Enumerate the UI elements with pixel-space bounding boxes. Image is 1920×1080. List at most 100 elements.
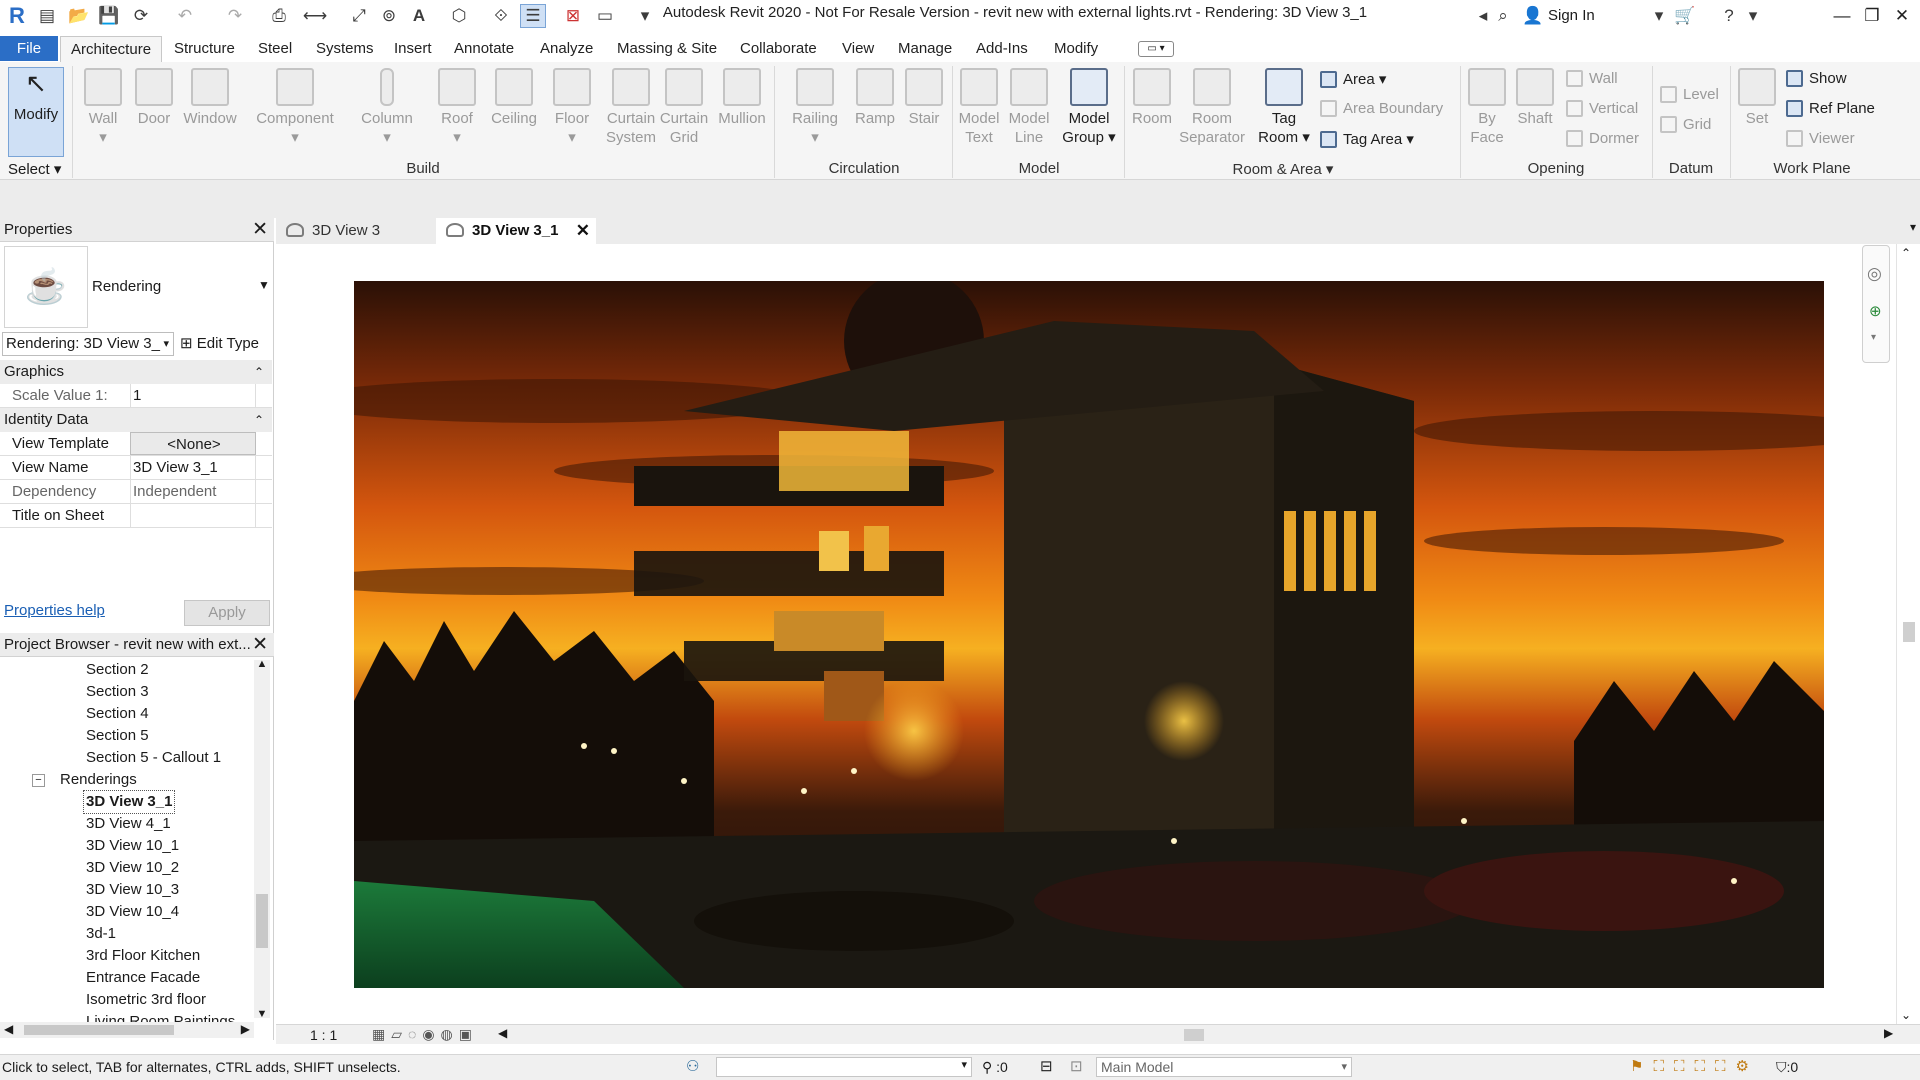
door-button[interactable]: Door xyxy=(132,68,176,128)
browser-item-3d-view-4-1[interactable]: 3D View 4_1 xyxy=(86,813,171,835)
tag-room-button[interactable]: Tag Room ▾ xyxy=(1258,68,1310,147)
instance-selector[interactable]: Rendering: 3D View 3_ ▾ xyxy=(2,332,174,356)
browser-item-entrance-facade[interactable]: Entrance Facade xyxy=(86,967,200,989)
close-icon[interactable]: ✕ xyxy=(252,633,268,657)
browser-item-section-5-callout-1[interactable]: Section 5 - Callout 1 xyxy=(86,747,221,769)
cart-icon[interactable]: 🛒 xyxy=(1672,4,1698,28)
roof-button[interactable]: Roof ▾ xyxy=(432,68,482,147)
view-hscroll-thumb[interactable] xyxy=(1184,1029,1204,1041)
filter-count[interactable]: ⛉:0 xyxy=(1776,1059,1798,1076)
browser-item-section-4[interactable]: Section 4 xyxy=(86,703,149,725)
properties-help-link[interactable]: Properties help xyxy=(4,602,105,619)
steering-wheel-icon[interactable]: ◎ xyxy=(1867,264,1882,284)
browser-item-3d-view-3-1[interactable]: 3D View 3_1 xyxy=(82,790,176,814)
model-text-button[interactable]: Model Text xyxy=(954,68,1004,147)
design-option-dropdown[interactable]: Main Model ▾ xyxy=(1096,1057,1352,1077)
mullion-button[interactable]: Mullion xyxy=(712,68,772,128)
browser-item-3d-view-10-1[interactable]: 3D View 10_1 xyxy=(86,835,179,857)
tab-file[interactable]: File xyxy=(0,36,58,61)
area-button[interactable]: Area ▾ xyxy=(1320,70,1386,88)
collapse-icon[interactable]: − xyxy=(32,774,45,787)
browser-item-3d-view-10-3[interactable]: 3D View 10_3 xyxy=(86,879,179,901)
browser-item-3rd-floor-kitchen[interactable]: 3rd Floor Kitchen xyxy=(86,945,200,967)
help-dropdown-icon[interactable]: ▾ xyxy=(1740,4,1766,28)
vertical-opening-button[interactable]: Vertical xyxy=(1566,100,1638,117)
model-line-button[interactable]: Model Line xyxy=(1004,68,1054,147)
room-button[interactable]: Room xyxy=(1128,68,1176,128)
close-tab-icon[interactable]: ✕ xyxy=(576,218,590,243)
browser-item-section-2[interactable]: Section 2 xyxy=(86,659,149,681)
tab-3d-view-3-1[interactable]: 3D View 3_1 ✕ xyxy=(436,218,596,244)
viewer-button[interactable]: Viewer xyxy=(1786,130,1855,147)
close-icon[interactable]: ✕ xyxy=(252,218,268,242)
type-dropdown-icon[interactable]: ▼ xyxy=(258,278,270,292)
browser-scroll-thumb[interactable] xyxy=(256,894,268,948)
zoom-dropdown-icon[interactable]: ▾ xyxy=(1871,332,1876,343)
curtain-grid-button[interactable]: Curtain Grid xyxy=(658,68,710,147)
wall-button[interactable]: Wall ▾ xyxy=(80,68,126,147)
tab-analyze[interactable]: Analyze xyxy=(530,36,603,62)
binoculars-icon[interactable]: ⌕ xyxy=(1490,4,1516,28)
tab-list-dropdown-icon[interactable]: ▾ xyxy=(1910,220,1916,234)
panel-label-room-area[interactable]: Room & Area ▾ xyxy=(1126,160,1440,178)
tab-annotate[interactable]: Annotate xyxy=(444,36,524,62)
view-template-button[interactable]: <None> xyxy=(130,432,256,455)
browser-item-3d-1[interactable]: 3d-1 xyxy=(86,923,116,945)
tab-collaborate[interactable]: Collaborate xyxy=(730,36,827,62)
view-name-field[interactable]: 3D View 3_1 xyxy=(130,456,256,479)
tab-view[interactable]: View xyxy=(832,36,884,62)
set-work-plane-button[interactable]: Set xyxy=(1734,68,1780,128)
tab-add-ins[interactable]: Add-Ins xyxy=(966,36,1038,62)
model-group-button[interactable]: Model Group ▾ xyxy=(1058,68,1120,147)
browser-horizontal-scrollbar[interactable]: ◀ ▶ xyxy=(0,1022,254,1038)
curtain-system-button[interactable]: Curtain System xyxy=(602,68,660,147)
browser-item-isometric-3rd-floor[interactable]: Isometric 3rd floor xyxy=(86,989,206,1011)
browser-item-3d-view-10-2[interactable]: 3D View 10_2 xyxy=(86,857,179,879)
shaft-button[interactable]: Shaft xyxy=(1510,68,1560,128)
floor-button[interactable]: Floor ▾ xyxy=(546,68,598,147)
grid-button[interactable]: Grid xyxy=(1660,116,1711,133)
user-icon[interactable]: 👤 xyxy=(1520,4,1546,28)
ramp-button[interactable]: Ramp xyxy=(848,68,902,128)
tab-massing-site[interactable]: Massing & Site xyxy=(607,36,727,62)
railing-button[interactable]: Railing ▾ xyxy=(784,68,846,147)
view-vscroll-thumb[interactable] xyxy=(1903,622,1915,642)
component-button[interactable]: Component ▾ xyxy=(252,68,338,147)
help-icon[interactable]: ? xyxy=(1716,4,1742,28)
view-vertical-scrollbar[interactable]: ⌃ ⌄ xyxy=(1896,244,1920,1024)
design-option-icon[interactable]: ⊡ xyxy=(1070,1057,1083,1075)
worksharing-icon[interactable]: ⚇ xyxy=(686,1057,699,1075)
scroll-down-icon[interactable]: ⌄ xyxy=(1901,1008,1911,1022)
wall-opening-button[interactable]: Wall xyxy=(1566,70,1618,87)
tag-area-button[interactable]: Tag Area ▾ xyxy=(1320,130,1414,148)
browser-item-section-3[interactable]: Section 3 xyxy=(86,681,149,703)
ribbon-minimize-icon[interactable]: ▭ ▾ xyxy=(1138,41,1174,57)
tab-modify[interactable]: Modify xyxy=(1044,36,1108,62)
tab-steel[interactable]: Steel xyxy=(248,36,302,62)
sign-in-dropdown-icon[interactable]: ▾ xyxy=(1646,4,1672,28)
tab-3d-view-3[interactable]: 3D View 3 xyxy=(276,218,434,244)
scale-value-field[interactable]: 1 xyxy=(130,384,256,407)
close-button[interactable]: ✕ xyxy=(1882,2,1920,30)
workset-dropdown[interactable]: ▾ xyxy=(716,1057,972,1077)
show-work-plane-button[interactable]: Show xyxy=(1786,70,1847,87)
dormer-button[interactable]: Dormer xyxy=(1566,130,1639,147)
window-button[interactable]: Window xyxy=(180,68,240,128)
tab-architecture[interactable]: Architecture xyxy=(60,36,163,62)
tab-insert[interactable]: Insert xyxy=(384,36,442,62)
group-graphics[interactable]: Graphics ⌃ xyxy=(0,360,272,384)
ceiling-button[interactable]: Ceiling xyxy=(484,68,544,128)
browser-hscroll-thumb[interactable] xyxy=(24,1025,174,1035)
edit-type-button[interactable]: ⊞ Edit Type xyxy=(180,334,259,352)
browser-group-renderings[interactable]: Renderings xyxy=(60,769,137,791)
tab-structure[interactable]: Structure xyxy=(164,36,245,62)
browser-item-3d-view-10-4[interactable]: 3D View 10_4 xyxy=(86,901,179,923)
selection-options-icons[interactable]: ⚑⛶⛶⛶⛶⚙ xyxy=(1630,1057,1759,1075)
apply-button[interactable]: Apply xyxy=(184,600,270,626)
view-control-icons[interactable]: ▦▱◌◉◍▣ xyxy=(372,1026,478,1043)
room-separator-button[interactable]: Room Separator xyxy=(1174,68,1250,147)
design-options-icon[interactable]: ⊟ xyxy=(1040,1057,1053,1075)
scroll-right-icon[interactable]: ▶ xyxy=(1884,1026,1893,1040)
title-on-sheet-field[interactable] xyxy=(130,504,256,527)
browser-vertical-scrollbar[interactable]: ▲ ▼ xyxy=(254,658,270,1020)
